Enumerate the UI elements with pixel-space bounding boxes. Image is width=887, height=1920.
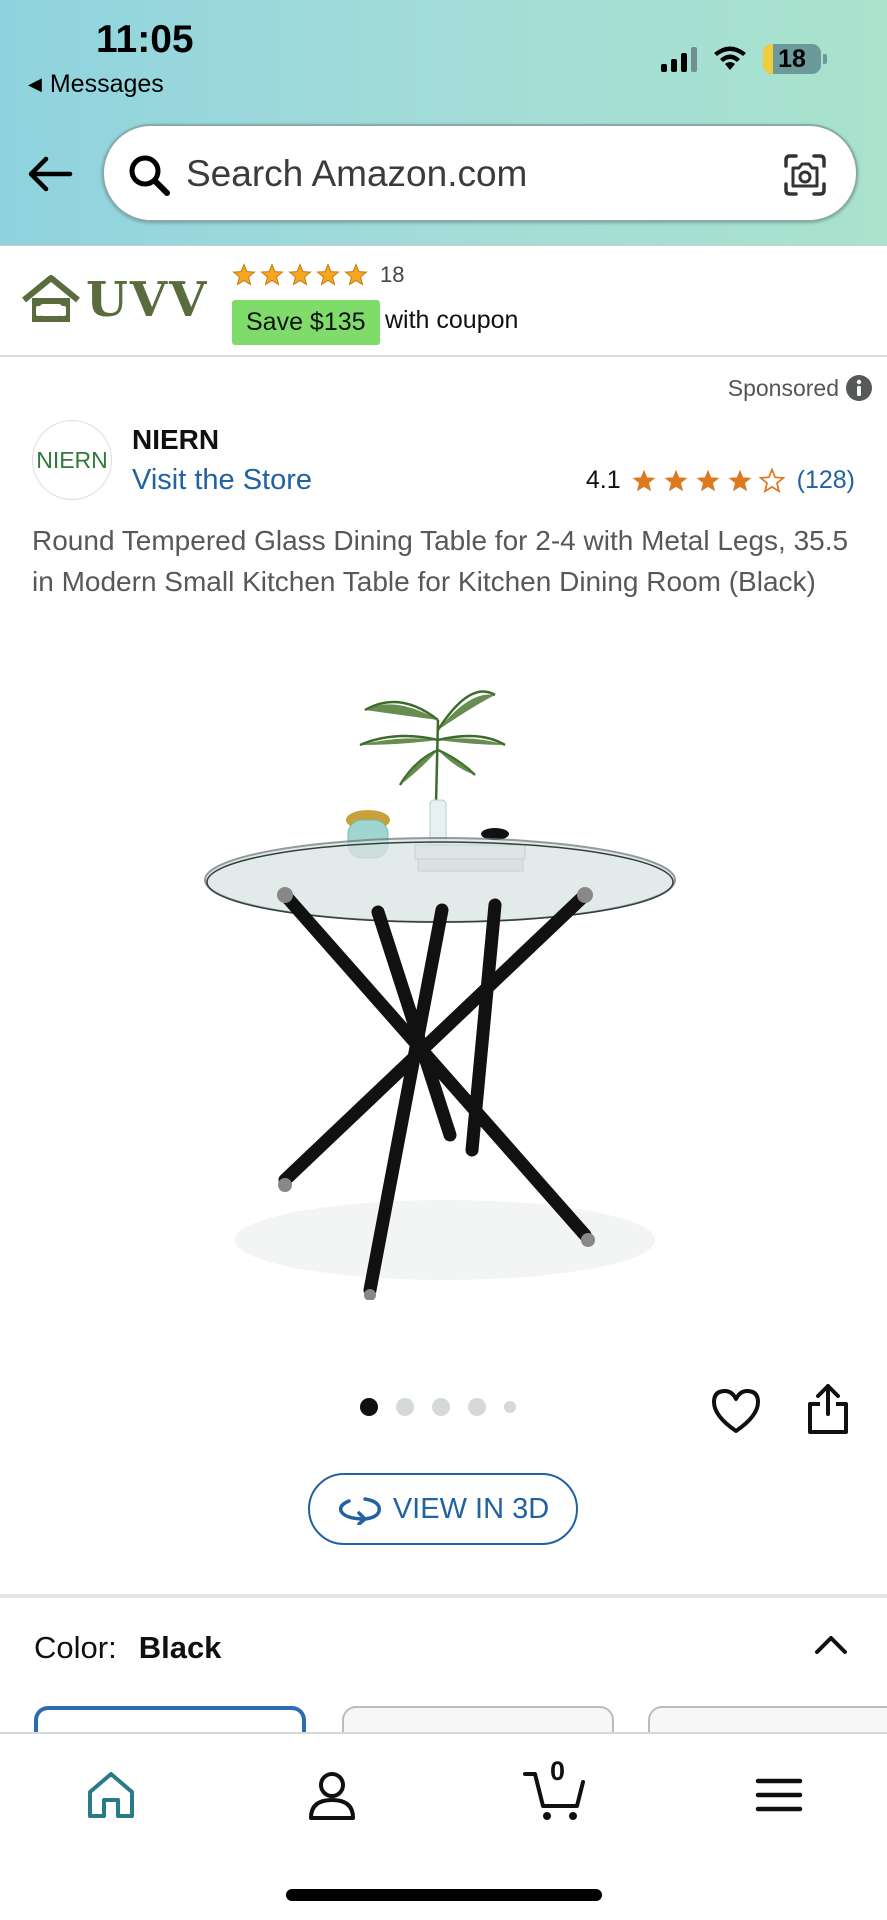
banner-rating-count: 18: [380, 262, 405, 287]
view-in-3d-label: VIEW IN 3D: [392, 1492, 550, 1525]
section-divider: [0, 1594, 887, 1598]
product-rating[interactable]: 4.1 (128): [586, 466, 855, 495]
info-icon[interactable]: [845, 374, 873, 402]
star-icon: [728, 469, 751, 491]
empty-star-icon: [758, 467, 785, 493]
review-count[interactable]: (128): [797, 466, 855, 495]
back-triangle-icon: ◀: [28, 74, 42, 94]
menu-icon[interactable]: [752, 1768, 806, 1822]
battery-icon: 18: [763, 44, 821, 74]
battery-level: 18: [778, 44, 806, 73]
back-app-label: Messages: [49, 70, 164, 98]
carousel-dot[interactable]: [468, 1398, 486, 1416]
search-icon: [129, 155, 170, 196]
wifi-icon: [714, 46, 746, 70]
brand-name: NIERN: [132, 424, 220, 455]
house-logo-icon: [22, 275, 80, 322]
sponsored-brand-banner[interactable]: UVV 18 Save $135 with coupon: [0, 245, 887, 357]
star-icon: [288, 263, 312, 286]
banner-rating: 18: [232, 262, 404, 288]
star-icon: [232, 263, 256, 286]
star-icon: [260, 263, 284, 286]
star-icon: [344, 263, 368, 286]
home-indicator: [286, 1889, 602, 1901]
carousel-dot[interactable]: [432, 1398, 450, 1416]
star-icon: [316, 263, 340, 286]
brand-logo[interactable]: NIERN: [32, 420, 112, 500]
share-icon[interactable]: [804, 1382, 852, 1436]
cart-count: 0: [550, 1756, 566, 1786]
status-time: 11:05: [96, 18, 194, 61]
star-icon: [664, 469, 687, 491]
carousel-dot[interactable]: [504, 1401, 516, 1413]
rating-value: 4.1: [585, 466, 621, 494]
cellular-signal-icon: [661, 46, 697, 72]
battery-tip: [823, 54, 827, 64]
chevron-up-icon[interactable]: [811, 1630, 851, 1660]
coupon-suffix: with coupon: [385, 306, 519, 334]
uvv-logo: UVV: [20, 272, 208, 328]
account-icon[interactable]: [305, 1768, 359, 1822]
product-title: Round Tempered Glass Dining Table for 2-…: [32, 525, 849, 597]
color-selector-header[interactable]: Color: Black: [34, 1630, 221, 1666]
star-icon: [696, 469, 719, 491]
visit-store-link[interactable]: Visit the Store: [132, 464, 312, 497]
image-carousel-dots[interactable]: [360, 1398, 516, 1416]
sponsored-text: Sponsored: [727, 374, 839, 401]
heart-icon[interactable]: [710, 1386, 762, 1436]
camera-icon[interactable]: [782, 152, 828, 198]
carousel-dot[interactable]: [396, 1398, 414, 1416]
back-arrow-icon[interactable]: [26, 150, 74, 198]
top-header: 11:05 ◀ Messages 18: [0, 0, 887, 245]
home-icon[interactable]: [84, 1768, 138, 1822]
status-indicators: 18: [661, 44, 827, 74]
rotate-3d-icon: [338, 1497, 381, 1525]
view-in-3d-button[interactable]: VIEW IN 3D: [308, 1473, 578, 1545]
battery-fill: [763, 44, 774, 74]
search-input[interactable]: [186, 146, 746, 202]
star-icon: [632, 469, 655, 491]
carousel-dot-active[interactable]: [360, 1398, 378, 1416]
sponsored-label[interactable]: Sponsored: [728, 374, 873, 402]
back-to-messages[interactable]: ◀ Messages: [28, 70, 164, 99]
search-box[interactable]: [102, 124, 858, 222]
color-label: Color:: [34, 1630, 117, 1665]
coupon-badge: Save $135: [232, 300, 380, 345]
color-value: Black: [138, 1630, 222, 1665]
uvv-logo-text: UVV: [86, 272, 209, 328]
product-image[interactable]: [190, 650, 690, 1300]
